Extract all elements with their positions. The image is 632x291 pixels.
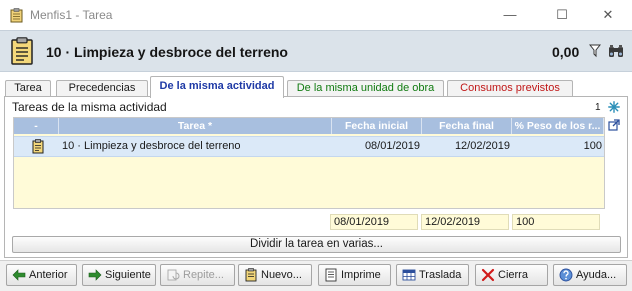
arrow-right-icon: [88, 269, 102, 281]
anterior-label: Anterior: [29, 269, 68, 281]
document-print-icon: [325, 268, 337, 282]
ayuda-label: Ayuda...: [576, 269, 617, 281]
move-table-icon: [402, 269, 416, 281]
cierra-button[interactable]: Cierra: [475, 264, 548, 286]
clipboard-icon: [11, 37, 33, 65]
imprime-label: Imprime: [341, 269, 381, 281]
bottom-toolbar: Anterior Siguiente Repite... Nuevo... Im…: [0, 260, 632, 291]
external-link-icon[interactable]: [608, 119, 620, 131]
tab-misma-unidad-obra[interactable]: De la misma unidad de obra: [287, 80, 444, 97]
binoculars-icon[interactable]: [608, 44, 624, 58]
ayuda-button[interactable]: Ayuda...: [553, 264, 627, 286]
tab-consumos-previstos[interactable]: Consumos previstos: [447, 80, 573, 97]
task-header: 10 · Limpieza y desbroce del terreno 0,0…: [0, 30, 632, 72]
title-bar: Menfis1 - Tarea — ☐ ✕: [0, 0, 632, 30]
split-task-button[interactable]: Dividir la tarea en varias...: [12, 236, 621, 253]
traslada-label: Traslada: [419, 269, 462, 281]
repite-button[interactable]: Repite...: [160, 264, 235, 286]
column-header-fecha-inicial[interactable]: Fecha inicial: [332, 118, 422, 134]
siguiente-label: Siguiente: [105, 269, 151, 281]
total-fecha-final: 12/02/2019: [421, 214, 509, 230]
column-header-select[interactable]: -: [14, 118, 59, 134]
clipboard-icon: [32, 139, 44, 154]
tab-bar: Tarea Precedencias De la misma actividad…: [0, 72, 632, 98]
section-title: Tareas de la misma actividad: [12, 100, 167, 114]
clipboard-icon: [245, 268, 257, 282]
arrow-left-icon: [12, 269, 26, 281]
total-fecha-inicial: 08/01/2019: [330, 214, 418, 230]
cell-fecha-inicial: 08/01/2019: [364, 140, 420, 152]
cell-fecha-final: 12/02/2019: [454, 140, 510, 152]
help-icon: [559, 268, 573, 282]
refresh-icon[interactable]: [608, 101, 620, 113]
traslada-button[interactable]: Traslada: [396, 264, 469, 286]
maximize-button[interactable]: ☐: [548, 3, 576, 27]
tab-tarea[interactable]: Tarea: [5, 80, 51, 97]
cell-peso: 100: [583, 140, 602, 152]
anterior-button[interactable]: Anterior: [6, 264, 77, 286]
cell-tarea: 10 · Limpieza y desbroce del terreno: [62, 140, 241, 152]
close-icon: [481, 268, 495, 282]
task-title: 10 · Limpieza y desbroce del terreno: [46, 44, 288, 60]
record-count: 1: [595, 102, 601, 113]
total-peso: 100: [512, 214, 600, 230]
tab-precedencias[interactable]: Precedencias: [56, 80, 148, 97]
filter-icon[interactable]: [589, 44, 601, 58]
grid-header: - Tarea * Fecha inicial Fecha final % Pe…: [14, 118, 604, 134]
nuevo-label: Nuevo...: [261, 269, 302, 281]
window-title: Menfis1 - Tarea: [30, 8, 113, 22]
tasks-grid: - Tarea * Fecha inicial Fecha final % Pe…: [13, 117, 605, 209]
table-row[interactable]: 10 · Limpieza y desbroce del terreno 08/…: [14, 136, 604, 157]
repeat-icon: [167, 269, 180, 281]
imprime-button[interactable]: Imprime: [318, 264, 391, 286]
column-header-peso[interactable]: % Peso de los r...: [512, 118, 604, 134]
task-value: 0,00: [552, 44, 580, 60]
column-header-fecha-final[interactable]: Fecha final: [422, 118, 512, 134]
tab-panel: Tareas de la misma actividad 1 - Tarea *…: [4, 96, 628, 258]
close-window-button[interactable]: ✕: [594, 3, 622, 27]
repite-label: Repite...: [183, 269, 224, 281]
nuevo-button[interactable]: Nuevo...: [238, 264, 312, 286]
siguiente-button[interactable]: Siguiente: [82, 264, 156, 286]
app-icon: [10, 8, 23, 23]
tab-misma-actividad[interactable]: De la misma actividad: [150, 76, 284, 98]
minimize-button[interactable]: —: [496, 3, 524, 27]
cierra-label: Cierra: [498, 269, 528, 281]
column-header-tarea[interactable]: Tarea *: [59, 118, 332, 134]
